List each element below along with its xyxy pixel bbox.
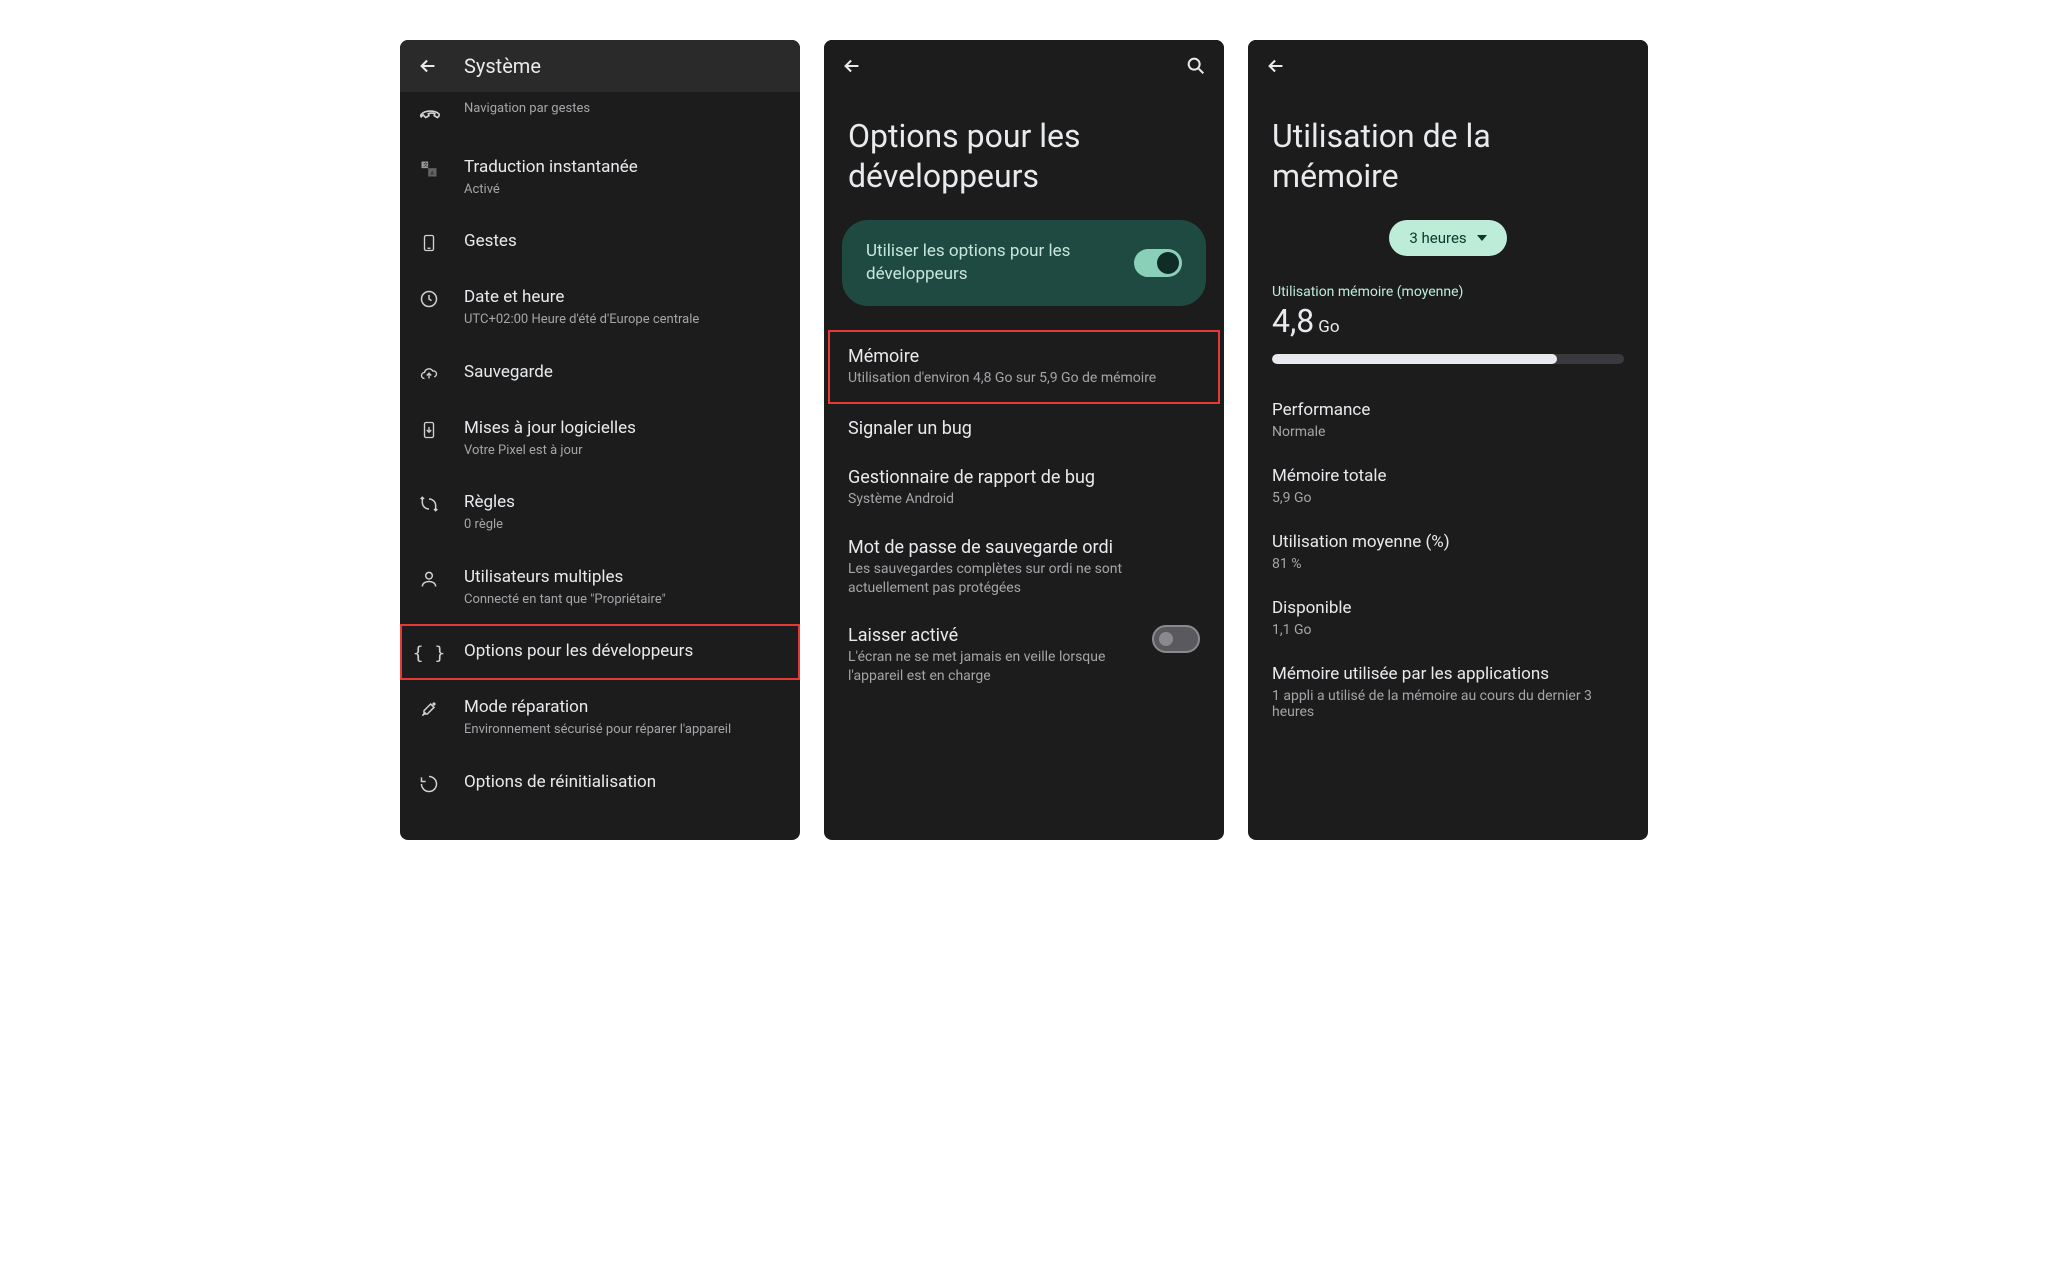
- topbar: [824, 40, 1224, 92]
- back-arrow-icon[interactable]: [840, 54, 864, 78]
- item-label: Mot de passe de sauvegarde ordi: [848, 537, 1200, 558]
- memory-progress-bar: [1272, 354, 1624, 364]
- backup-password-item[interactable]: Mot de passe de sauvegarde ordi Les sauv…: [824, 523, 1224, 612]
- topbar: [1248, 40, 1648, 92]
- avg-usage-value: 4,8Go: [1248, 300, 1648, 346]
- avg-usage-label: Utilisation mémoire (moyenne): [1248, 284, 1648, 300]
- tools-icon: [418, 698, 440, 720]
- nav-gestures-item[interactable]: Navigation par gestes: [400, 92, 800, 140]
- svg-text:文: 文: [423, 162, 428, 169]
- row-key: Performance: [1272, 400, 1624, 420]
- row-key: Disponible: [1272, 598, 1624, 618]
- topbar: Système: [400, 40, 800, 92]
- stay-awake-switch[interactable]: [1152, 625, 1200, 653]
- item-label: Laisser activé: [848, 625, 1136, 646]
- translate-item[interactable]: 文A Traduction instantanée Activé: [400, 140, 800, 214]
- repair-mode-item[interactable]: Mode réparation Environnement sécurisé p…: [400, 680, 800, 754]
- row-key: Mémoire utilisée par les applications: [1272, 664, 1624, 684]
- memory-item[interactable]: Mémoire Utilisation d'environ 4,8 Go sur…: [828, 330, 1220, 404]
- row-value: 1 appli a utilisé de la mémoire au cours…: [1272, 688, 1624, 720]
- item-sub: Environnement sécurisé pour réparer l'ap…: [464, 721, 782, 739]
- item-sub: Connecté en tant que "Propriétaire": [464, 591, 782, 609]
- row-value: 81 %: [1272, 556, 1624, 572]
- item-sub: L'écran ne se met jamais en veille lorsq…: [848, 648, 1136, 686]
- row-key: Mémoire totale: [1272, 466, 1624, 486]
- item-label: Utilisateurs multiples: [464, 566, 782, 589]
- stay-awake-item[interactable]: Laisser activé L'écran ne se met jamais …: [824, 611, 1224, 700]
- master-toggle-card[interactable]: Utiliser les options pour les développeu…: [842, 220, 1206, 306]
- rules-icon: [418, 493, 440, 515]
- page-title: Système: [464, 54, 541, 78]
- bug-report-manager-item[interactable]: Gestionnaire de rapport de bug Système A…: [824, 453, 1224, 523]
- reset-icon: [418, 773, 440, 795]
- toggle-label: Utiliser les options pour les développeu…: [866, 240, 1118, 286]
- item-sub: 0 règle: [464, 516, 782, 534]
- row-value: 1,1 Go: [1272, 622, 1624, 638]
- screen-memory-usage: Utilisation de la mémoire 3 heures Utili…: [1248, 40, 1648, 840]
- phone-down-icon: [418, 102, 440, 124]
- item-sub: Votre Pixel est à jour: [464, 442, 782, 460]
- avg-usage-unit: Go: [1318, 317, 1339, 337]
- rules-item[interactable]: Règles 0 règle: [400, 475, 800, 549]
- item-sub: Activé: [464, 181, 782, 199]
- page-title: Options pour les développeurs: [824, 92, 1224, 220]
- avg-usage-number: 4,8: [1272, 302, 1314, 340]
- chip-label: 3 heures: [1409, 229, 1466, 247]
- software-update-item[interactable]: Mises à jour logicielles Votre Pixel est…: [400, 401, 800, 475]
- settings-list: Navigation par gestes 文A Traduction inst…: [400, 92, 800, 840]
- report-bug-item[interactable]: Signaler un bug: [824, 404, 1224, 453]
- cloud-upload-icon: [418, 363, 440, 385]
- item-label: Signaler un bug: [848, 418, 1200, 439]
- backup-item[interactable]: Sauvegarde: [400, 345, 800, 401]
- avg-pct-row: Utilisation moyenne (%) 81 %: [1248, 522, 1648, 588]
- reset-options-item[interactable]: Options de réinitialisation: [400, 755, 800, 811]
- braces-icon: { }: [418, 642, 440, 664]
- item-label: Mode réparation: [464, 696, 782, 719]
- item-label: Navigation par gestes: [464, 100, 782, 118]
- system-update-icon: [418, 419, 440, 441]
- multi-users-item[interactable]: Utilisateurs multiples Connecté en tant …: [400, 550, 800, 624]
- item-label: Gestes: [464, 230, 782, 253]
- back-arrow-icon[interactable]: [1264, 54, 1288, 78]
- item-label: Gestionnaire de rapport de bug: [848, 467, 1200, 488]
- row-value: Normale: [1272, 424, 1624, 440]
- item-label: Sauvegarde: [464, 361, 782, 384]
- user-icon: [418, 568, 440, 590]
- total-memory-row: Mémoire totale 5,9 Go: [1248, 456, 1648, 522]
- item-sub: UTC+02:00 Heure d'été d'Europe centrale: [464, 311, 782, 329]
- apps-memory-row[interactable]: Mémoire utilisée par les applications 1 …: [1248, 654, 1648, 736]
- item-sub: Système Android: [848, 490, 1200, 509]
- screen-developer-options: Options pour les développeurs Utiliser l…: [824, 40, 1224, 840]
- available-row: Disponible 1,1 Go: [1248, 588, 1648, 654]
- row-value: 5,9 Go: [1272, 490, 1624, 506]
- date-time-item[interactable]: Date et heure UTC+02:00 Heure d'été d'Eu…: [400, 270, 800, 344]
- clock-icon: [418, 288, 440, 310]
- item-sub: Utilisation d'environ 4,8 Go sur 5,9 Go …: [848, 369, 1200, 388]
- item-sub: Les sauvegardes complètes sur ordi ne so…: [848, 560, 1200, 598]
- item-label: Options de réinitialisation: [464, 771, 782, 794]
- gestures-item[interactable]: Gestes: [400, 214, 800, 270]
- chevron-down-icon: [1477, 235, 1487, 241]
- translate-icon: 文A: [418, 158, 440, 180]
- performance-row: Performance Normale: [1248, 390, 1648, 456]
- item-label: Règles: [464, 491, 782, 514]
- item-label: Mises à jour logicielles: [464, 417, 782, 440]
- item-label: Date et heure: [464, 286, 782, 309]
- memory-progress-fill: [1272, 354, 1557, 364]
- developer-options-item[interactable]: { } Options pour les développeurs: [400, 624, 800, 680]
- item-label: Mémoire: [848, 346, 1200, 367]
- screen-system: Système Navigation par gestes 文A Traduct…: [400, 40, 800, 840]
- item-label: Options pour les développeurs: [464, 640, 782, 663]
- search-icon[interactable]: [1184, 54, 1208, 78]
- item-label: Traduction instantanée: [464, 156, 782, 179]
- page-title: Utilisation de la mémoire: [1248, 92, 1648, 220]
- time-range-chip[interactable]: 3 heures: [1389, 220, 1506, 256]
- phone-icon: [418, 232, 440, 254]
- back-arrow-icon[interactable]: [416, 54, 440, 78]
- master-toggle-switch[interactable]: [1134, 249, 1182, 277]
- row-key: Utilisation moyenne (%): [1272, 532, 1624, 552]
